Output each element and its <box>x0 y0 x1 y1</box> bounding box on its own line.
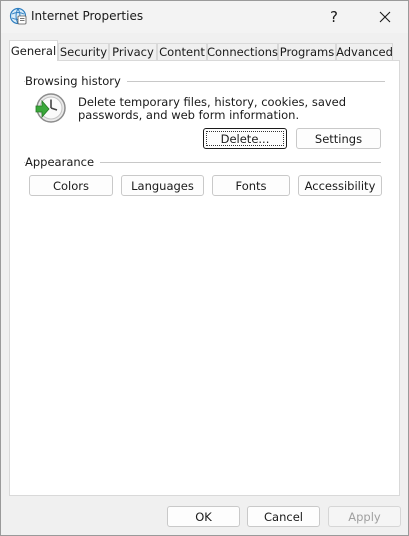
colors-button-label: Colors <box>52 178 90 193</box>
internet-options-icon <box>9 7 27 25</box>
tab-content[interactable]: Content <box>157 43 207 60</box>
tab-connections[interactable]: Connections <box>207 43 278 60</box>
tab-general[interactable]: General <box>9 40 58 61</box>
colors-button[interactable]: Colors <box>29 175 113 196</box>
accessibility-button[interactable]: Accessibility <box>298 175 382 196</box>
cancel-button[interactable]: Cancel <box>247 506 320 527</box>
close-icon <box>379 11 391 23</box>
tab-privacy[interactable]: Privacy <box>109 43 157 60</box>
appearance-label: Appearance <box>25 155 101 169</box>
settings-button-label: Settings <box>314 131 363 146</box>
ok-button-label: OK <box>195 509 212 524</box>
delete-button-label: Delete... <box>220 131 270 146</box>
tab-advanced[interactable]: Advanced <box>336 43 393 60</box>
languages-button[interactable]: Languages <box>121 175 204 196</box>
help-icon: ? <box>330 8 338 26</box>
delete-button[interactable]: Delete... <box>203 128 287 149</box>
apply-button-label: Apply <box>348 509 381 524</box>
tab-programs[interactable]: Programs <box>278 43 336 60</box>
help-button[interactable]: ? <box>311 1 357 33</box>
fonts-button[interactable]: Fonts <box>212 175 290 196</box>
languages-button-label: Languages <box>131 178 194 193</box>
close-button[interactable] <box>362 1 408 33</box>
browsing-history-icon <box>35 93 66 123</box>
fonts-button-label: Fonts <box>235 178 267 193</box>
accessibility-button-label: Accessibility <box>304 178 376 193</box>
browsing-history-description: Delete temporary files, history, cookies… <box>78 95 347 122</box>
tab-security[interactable]: Security <box>58 43 109 60</box>
ok-button[interactable]: OK <box>167 506 240 527</box>
browsing-history-label: Browsing history <box>25 74 127 88</box>
apply-button[interactable]: Apply <box>328 506 401 527</box>
settings-button[interactable]: Settings <box>296 128 381 149</box>
internet-properties-dialog: Internet Properties ? General Security P… <box>0 0 409 536</box>
window-title: Internet Properties <box>31 9 144 23</box>
cancel-button-label: Cancel <box>264 509 303 524</box>
title-bar: Internet Properties ? <box>1 1 408 33</box>
general-tab-panel: Browsing history Delete temporary files,… <box>9 60 400 496</box>
